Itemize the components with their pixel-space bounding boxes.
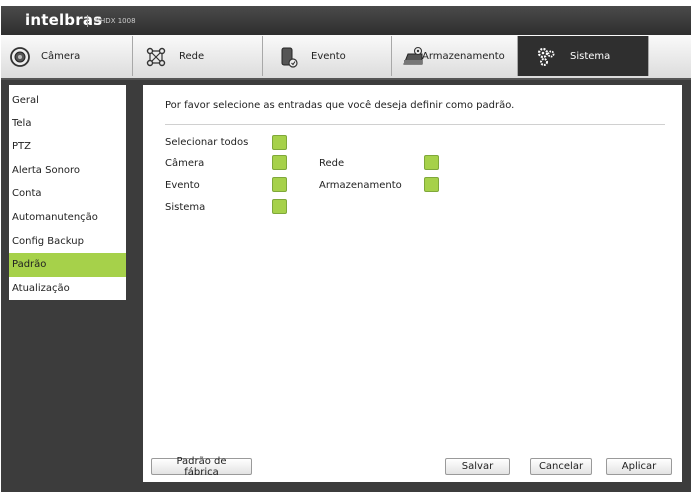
tab-event[interactable]: Evento xyxy=(263,36,392,76)
tab-label: Rede xyxy=(179,51,205,62)
event-icon xyxy=(281,47,298,68)
network-option-label: Rede xyxy=(319,158,345,169)
sidebar-item-label: Atualização xyxy=(12,283,70,294)
main-menu-tabs: Câmera Rede Evento Armazenamento Sistema xyxy=(1,35,691,80)
storage-checkbox[interactable] xyxy=(424,177,439,192)
brand-logo: intelbras xyxy=(25,11,103,29)
select-all-checkbox[interactable] xyxy=(272,135,287,150)
system-option-label: Sistema xyxy=(165,202,206,213)
select-all-label: Selecionar todos xyxy=(165,137,249,148)
network-checkbox[interactable] xyxy=(424,155,439,170)
title-bar: intelbras MHDX 1008 xyxy=(1,6,691,35)
sidebar-item-default[interactable]: Padrão xyxy=(9,253,126,277)
event-checkbox[interactable] xyxy=(272,177,287,192)
camera-checkbox[interactable] xyxy=(272,155,287,170)
storage-option-label: Armazenamento xyxy=(319,180,402,191)
sidebar-item-account[interactable]: Conta xyxy=(9,182,126,206)
tab-label: Evento xyxy=(311,51,346,62)
sidebar-item-label: Config Backup xyxy=(12,236,84,247)
sidebar-item-label: Conta xyxy=(12,188,42,199)
sidebar-item-auto-maintenance[interactable]: Automanutenção xyxy=(9,206,126,230)
apply-button[interactable]: Aplicar xyxy=(606,458,672,475)
sidebar-item-label: Automanutenção xyxy=(12,212,98,223)
factory-default-button[interactable]: Padrão de fábrica xyxy=(151,456,252,478)
sidebar-item-label: Alerta Sonoro xyxy=(12,165,81,176)
tab-storage[interactable]: Armazenamento xyxy=(392,36,518,76)
save-button[interactable]: Salvar xyxy=(445,458,510,475)
sidebar-item-buzzer[interactable]: Alerta Sonoro xyxy=(9,159,126,183)
sidebar-item-general[interactable]: Geral xyxy=(9,89,126,113)
sidebar-item-display[interactable]: Tela xyxy=(9,112,126,136)
brand-divider xyxy=(87,15,88,27)
event-option-label: Evento xyxy=(165,180,200,191)
tab-camera[interactable]: Câmera xyxy=(1,36,133,76)
tab-label: Sistema xyxy=(570,51,611,62)
sidebar-item-config-backup[interactable]: Config Backup xyxy=(9,230,126,254)
model-label: MHDX 1008 xyxy=(94,17,136,25)
storage-icon xyxy=(403,46,423,65)
divider xyxy=(165,124,665,125)
content-panel: Por favor selecione as entradas que você… xyxy=(143,85,682,482)
network-icon xyxy=(146,47,166,67)
sidebar-item-ptz[interactable]: PTZ xyxy=(9,135,126,159)
sidebar-item-label: PTZ xyxy=(12,141,31,152)
sidebar-menu: Geral Tela PTZ Alerta Sonoro Conta Autom… xyxy=(9,85,126,300)
camera-option-label: Câmera xyxy=(165,158,205,169)
sidebar-item-update[interactable]: Atualização xyxy=(9,277,126,301)
cancel-button[interactable]: Cancelar xyxy=(530,458,592,475)
sidebar-item-label: Geral xyxy=(12,95,39,106)
tab-label: Armazenamento xyxy=(422,51,505,62)
tab-system[interactable]: Sistema xyxy=(518,36,649,76)
sidebar-item-label: Padrão xyxy=(12,259,47,270)
instruction-text: Por favor selecione as entradas que você… xyxy=(165,100,515,111)
sidebar-item-label: Tela xyxy=(12,118,32,129)
tab-label: Câmera xyxy=(41,51,81,62)
system-checkbox[interactable] xyxy=(272,199,287,214)
camera-icon xyxy=(10,47,30,67)
tab-network[interactable]: Rede xyxy=(133,36,263,76)
gears-icon xyxy=(537,47,555,66)
